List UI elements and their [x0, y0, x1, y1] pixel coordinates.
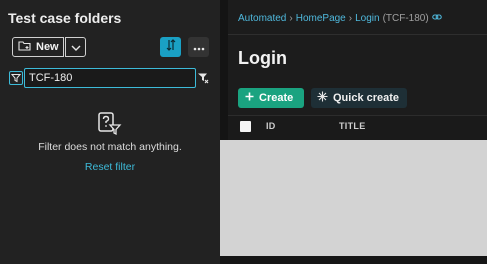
column-header-id[interactable]: ID	[266, 121, 276, 131]
breadcrumb: Automated › HomePage › Login (TCF-180)	[238, 13, 442, 24]
panel-title: Test case folders	[8, 10, 122, 26]
quick-create-label: Quick create	[333, 92, 400, 104]
link-icon[interactable]	[431, 13, 442, 24]
create-button[interactable]: Create	[238, 88, 304, 108]
filter-toggle-icon[interactable]	[9, 71, 23, 85]
sort-button[interactable]	[160, 37, 181, 57]
new-folder-icon	[18, 40, 32, 55]
empty-state-message: Filter does not match anything.	[38, 141, 182, 153]
chevron-down-icon	[71, 38, 81, 56]
content-placeholder	[220, 140, 487, 256]
folders-panel: Test case folders New Filter d	[0, 0, 220, 264]
quick-create-button[interactable]: Quick create	[311, 88, 407, 108]
bottom-toolbar	[220, 256, 487, 264]
table-header: ID TITLE	[228, 115, 487, 140]
plus-icon	[245, 92, 254, 104]
column-header-title[interactable]: TITLE	[339, 121, 366, 131]
reset-filter-link[interactable]: Reset filter	[0, 161, 220, 173]
folder-filter-input[interactable]	[24, 68, 196, 88]
new-folder-button[interactable]: New	[12, 37, 64, 57]
more-icon	[193, 40, 205, 54]
clear-filter-icon[interactable]	[196, 71, 210, 85]
sparkle-icon	[317, 91, 328, 105]
breadcrumb-key: (TCF-180)	[382, 13, 429, 24]
breadcrumb-item-login[interactable]: Login	[355, 13, 379, 24]
new-options-dropdown[interactable]	[65, 37, 86, 57]
select-all-checkbox[interactable]	[240, 121, 251, 132]
chevron-right-icon: ›	[289, 13, 293, 24]
create-label: Create	[259, 92, 294, 104]
chevron-right-icon: ›	[348, 13, 353, 24]
breadcrumb-item-automated[interactable]: Automated	[238, 13, 286, 24]
more-actions-button[interactable]	[188, 37, 209, 57]
no-match-icon	[96, 110, 122, 136]
sort-icon	[166, 38, 176, 56]
page-title: Login	[238, 48, 287, 68]
new-folder-label: New	[36, 41, 59, 53]
header-divider	[228, 34, 487, 35]
breadcrumb-item-homepage[interactable]: HomePage	[296, 13, 346, 24]
